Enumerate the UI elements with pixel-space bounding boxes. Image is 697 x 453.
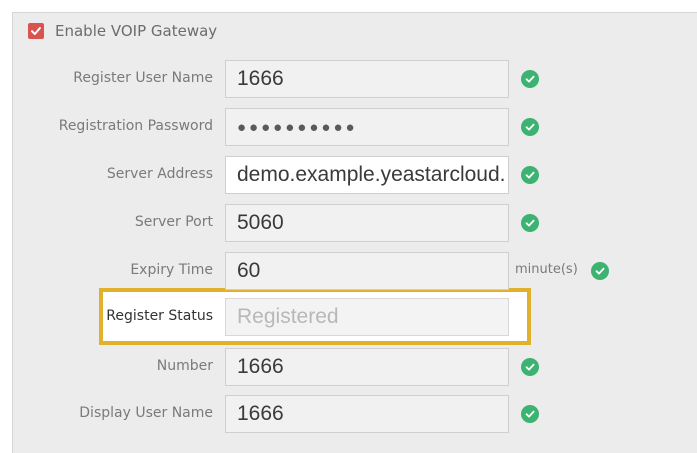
check-circle-icon <box>521 405 539 423</box>
registration-password-row: Registration Password ●●●●●●●●●● <box>0 108 697 150</box>
number-label: Number <box>156 358 213 374</box>
register-status-value: Registered <box>225 298 509 336</box>
enable-voip-gateway-row[interactable]: Enable VOIP Gateway <box>28 21 217 41</box>
check-circle-icon <box>521 214 539 232</box>
check-circle-icon <box>591 262 609 280</box>
registration-password-input[interactable]: ●●●●●●●●●● <box>225 108 509 146</box>
display-user-name-input[interactable]: 1666 <box>225 395 509 433</box>
server-address-input[interactable]: demo.example.yeastarcloud. <box>225 156 509 194</box>
check-circle-icon <box>521 358 539 376</box>
enable-voip-gateway-label: Enable VOIP Gateway <box>55 22 218 40</box>
display-user-name-row: Display User Name 1666 <box>0 395 697 437</box>
server-port-row: Server Port 5060 <box>0 204 697 246</box>
register-user-name-row: Register User Name 1666 <box>0 60 697 102</box>
expiry-time-input[interactable]: 60 <box>225 252 509 290</box>
check-circle-icon <box>521 166 539 184</box>
check-icon <box>31 27 41 35</box>
server-address-label: Server Address <box>106 166 213 182</box>
display-user-name-label: Display User Name <box>79 405 213 421</box>
expiry-time-unit: minute(s) <box>515 262 578 277</box>
server-address-row: Server Address demo.example.yeastarcloud… <box>0 156 697 198</box>
register-status-row: Register Status Registered <box>0 298 697 340</box>
server-port-label: Server Port <box>134 214 213 230</box>
registration-password-label: Registration Password <box>58 118 213 134</box>
register-user-name-label: Register User Name <box>73 70 213 86</box>
number-input[interactable]: 1666 <box>225 348 509 386</box>
register-status-label: Register Status <box>106 308 213 324</box>
expiry-time-row: Expiry Time 60 minute(s) <box>0 252 697 294</box>
register-user-name-input[interactable]: 1666 <box>225 60 509 98</box>
check-circle-icon <box>521 70 539 88</box>
number-row: Number 1666 <box>0 348 697 390</box>
server-port-input[interactable]: 5060 <box>225 204 509 242</box>
expiry-time-label: Expiry Time <box>130 262 213 278</box>
enable-voip-gateway-checkbox[interactable] <box>28 23 44 39</box>
check-circle-icon <box>521 118 539 136</box>
